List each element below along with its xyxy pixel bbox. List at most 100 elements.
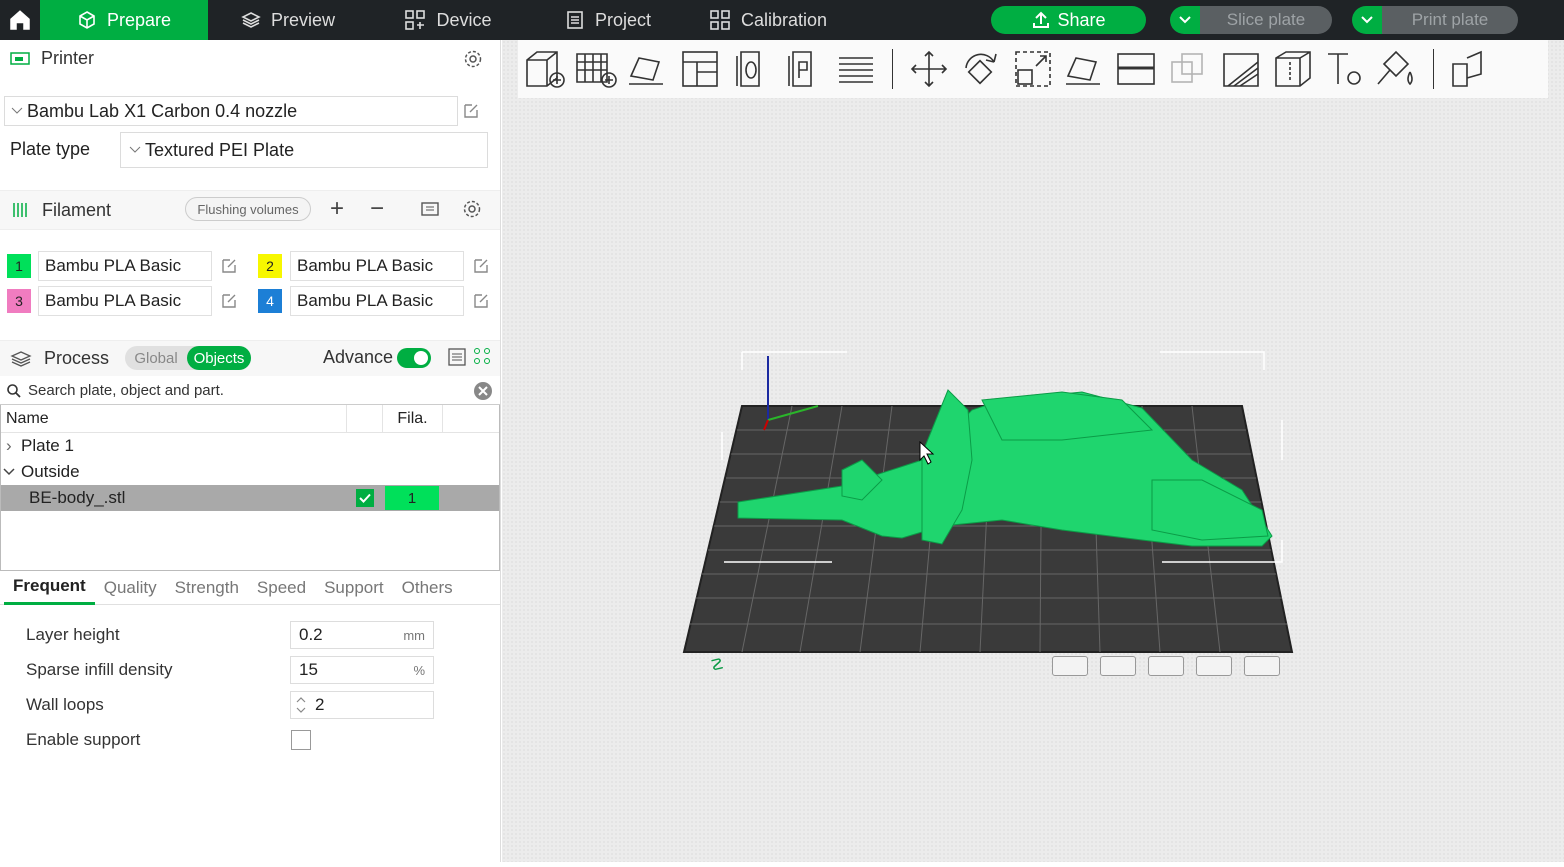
filament-name: Bambu PLA Basic: [297, 291, 434, 310]
tab-device[interactable]: Device: [368, 0, 528, 40]
tab-others[interactable]: Others: [393, 571, 462, 605]
build-plate-scene[interactable]: ☡: [502, 40, 1564, 862]
filament-slot-3-swatch[interactable]: 3: [7, 289, 31, 313]
split-objects-button[interactable]: [726, 43, 778, 95]
filament-slot-2-swatch[interactable]: 2: [258, 254, 282, 278]
infill-unit: %: [413, 662, 425, 678]
chevron-down-icon[interactable]: [1, 466, 21, 478]
add-object-button[interactable]: [518, 43, 570, 95]
color-paint-button[interactable]: [1371, 43, 1423, 95]
filament-slot-1-select[interactable]: Bambu PLA Basic: [38, 251, 212, 281]
arrange-button[interactable]: [674, 43, 726, 95]
add-plate-button[interactable]: [570, 43, 622, 95]
filament-slot-4-swatch[interactable]: 4: [258, 289, 282, 313]
mesh-boolean-button[interactable]: [1163, 43, 1215, 95]
slice-plate-button[interactable]: Slice plate: [1200, 6, 1332, 34]
share-label: Share: [1057, 9, 1106, 30]
process-layers-icon: [10, 350, 32, 367]
flushing-volumes-button[interactable]: Flushing volumes: [185, 197, 311, 221]
delete-plate-icon[interactable]: [1244, 656, 1280, 676]
layers-editing-button[interactable]: [830, 43, 882, 95]
slice-dropdown-button[interactable]: [1170, 6, 1200, 34]
printer-select[interactable]: Bambu Lab X1 Carbon 0.4 nozzle: [4, 96, 458, 126]
wall-loops-stepper[interactable]: 2: [290, 691, 434, 719]
tab-label: Project: [594, 9, 652, 30]
plate-settings-icon[interactable]: [1196, 656, 1232, 676]
filament-slot-2-select[interactable]: Bambu PLA Basic: [290, 251, 464, 281]
tab-support[interactable]: Support: [315, 571, 393, 605]
infill-value: 15: [299, 660, 318, 679]
tab-label: Prepare: [106, 9, 172, 30]
tree-row-object[interactable]: BE-body_.stl 1: [1, 485, 499, 511]
clear-search-icon[interactable]: [473, 381, 493, 401]
assembly-view-button[interactable]: [1444, 43, 1496, 95]
split-icon[interactable]: [473, 347, 491, 365]
infill-input[interactable]: 15 %: [290, 656, 434, 684]
cut-icon: [1117, 53, 1155, 85]
global-option[interactable]: Global: [125, 350, 187, 367]
tab-label: Device: [436, 9, 492, 30]
tab-strength[interactable]: Strength: [166, 571, 248, 605]
top-actions: Share Slice plate Print plate: [991, 0, 1564, 40]
enable-support-checkbox[interactable]: [291, 730, 311, 750]
tab-frequent[interactable]: Frequent: [4, 571, 95, 605]
object-visible-checkbox[interactable]: [356, 489, 374, 507]
tab-calibration[interactable]: Calibration: [688, 0, 848, 40]
object-tree-header: Name Fila.: [1, 405, 499, 433]
tree-row-group[interactable]: Outside: [1, 459, 499, 485]
objects-option[interactable]: Objects: [187, 346, 251, 370]
plate-type-select[interactable]: Textured PEI Plate: [120, 132, 488, 168]
printer-icon: [10, 52, 30, 65]
global-objects-toggle[interactable]: Global Objects: [125, 346, 251, 370]
support-paint-button[interactable]: [1215, 43, 1267, 95]
plate-toggle-icon[interactable]: [1100, 656, 1136, 676]
object-filament-badge[interactable]: 1: [385, 486, 439, 510]
auto-orient-button[interactable]: [622, 43, 674, 95]
sync-filament-icon[interactable]: [420, 200, 442, 220]
filament-slot-3-select[interactable]: Bambu PLA Basic: [38, 286, 212, 316]
seam-paint-button[interactable]: [1267, 43, 1319, 95]
wall-loops-label: Wall loops: [26, 695, 104, 714]
split-parts-button[interactable]: [778, 43, 830, 95]
move-button[interactable]: [903, 43, 955, 95]
add-filament-button[interactable]: +: [330, 197, 344, 221]
advance-toggle-switch[interactable]: [397, 348, 431, 368]
tab-preview[interactable]: Preview: [208, 0, 368, 40]
print-dropdown-button[interactable]: [1352, 6, 1382, 34]
toolbar-separator: [1433, 49, 1434, 89]
slot-number: 3: [15, 293, 23, 309]
text-button[interactable]: [1319, 43, 1371, 95]
chevron-right-icon[interactable]: ›: [1, 436, 21, 456]
edit-icon[interactable]: [472, 292, 490, 310]
share-button[interactable]: Share: [991, 6, 1146, 34]
stepper-arrows-icon[interactable]: [295, 695, 307, 715]
list-icon[interactable]: [447, 347, 467, 367]
rotate-icon: [965, 53, 997, 85]
arrange-plate-icon[interactable]: [1148, 656, 1184, 676]
layer-height-input[interactable]: 0.2 mm: [290, 621, 434, 649]
print-plate-button[interactable]: Print plate: [1382, 6, 1518, 34]
gear-icon[interactable]: [462, 199, 482, 219]
cut-button[interactable]: [1111, 43, 1163, 95]
filament-slot-4-select[interactable]: Bambu PLA Basic: [290, 286, 464, 316]
tab-quality[interactable]: Quality: [95, 571, 166, 605]
edit-icon[interactable]: [462, 102, 480, 120]
tab-project[interactable]: Project: [528, 0, 688, 40]
rotate-button[interactable]: [955, 43, 1007, 95]
tab-prepare[interactable]: Prepare: [40, 0, 208, 40]
gear-icon[interactable]: [463, 49, 483, 69]
home-icon[interactable]: [0, 0, 40, 40]
slot-number: 4: [266, 293, 274, 309]
tab-speed[interactable]: Speed: [248, 571, 315, 605]
camera-view-icon[interactable]: [1052, 656, 1088, 676]
tree-row-plate[interactable]: › Plate 1: [1, 433, 499, 459]
search-input[interactable]: Search plate, object and part.: [28, 382, 473, 399]
remove-filament-button[interactable]: −: [370, 197, 384, 221]
edit-icon[interactable]: [220, 292, 238, 310]
3d-viewport[interactable]: ☡: [502, 40, 1564, 862]
edit-icon[interactable]: [220, 257, 238, 275]
scale-button[interactable]: [1007, 43, 1059, 95]
lay-on-face-button[interactable]: [1059, 43, 1111, 95]
filament-slot-1-swatch[interactable]: 1: [7, 254, 31, 278]
edit-icon[interactable]: [472, 257, 490, 275]
